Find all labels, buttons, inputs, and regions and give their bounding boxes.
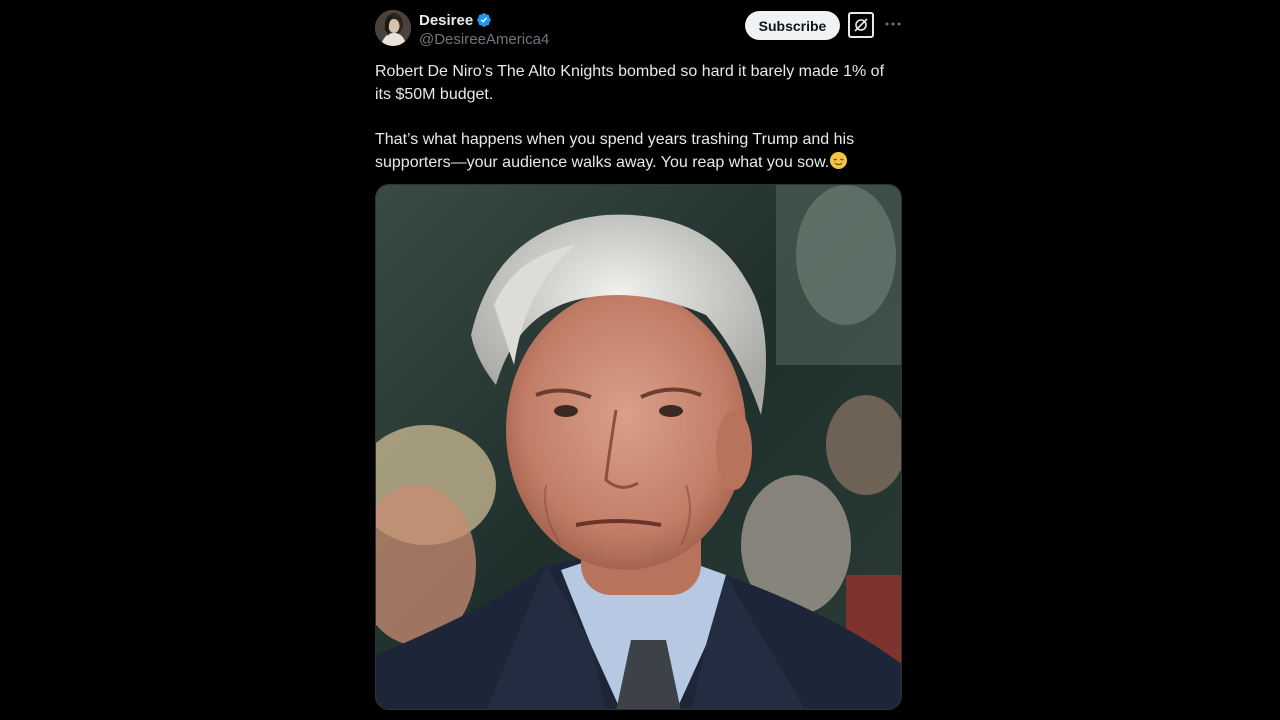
more-horizontal-icon [885,22,901,26]
portrait-photo [376,185,901,709]
post-header: Desiree @DesireeAmerica4 Subscribe [375,8,902,52]
post-paragraph-2-text: That’s what happens when you spend years… [375,131,855,171]
profile-photo-icon [375,10,411,46]
author-names: Desiree @DesireeAmerica4 [419,11,549,49]
post-media[interactable] [375,184,902,710]
post-paragraph-2: That’s what happens when you spend years… [375,128,902,174]
more-options-button[interactable] [884,14,902,34]
post-text: Robert De Niro’s The Alto Knights bombed… [375,60,902,196]
tweet-post: Desiree @DesireeAmerica4 Subscribe Rober… [375,8,902,720]
grok-icon [854,18,868,32]
author-avatar[interactable] [375,10,411,46]
verified-badge-icon [477,13,492,27]
author-handle[interactable]: @DesireeAmerica4 [419,31,549,48]
subscribe-button[interactable]: Subscribe [745,11,840,40]
display-name-row: Desiree [419,11,549,29]
grok-button[interactable] [848,12,874,38]
relieved-face-emoji-icon [830,151,848,170]
author-display-name[interactable]: Desiree [419,12,473,29]
post-paragraph-1: Robert De Niro’s The Alto Knights bombed… [375,63,885,103]
